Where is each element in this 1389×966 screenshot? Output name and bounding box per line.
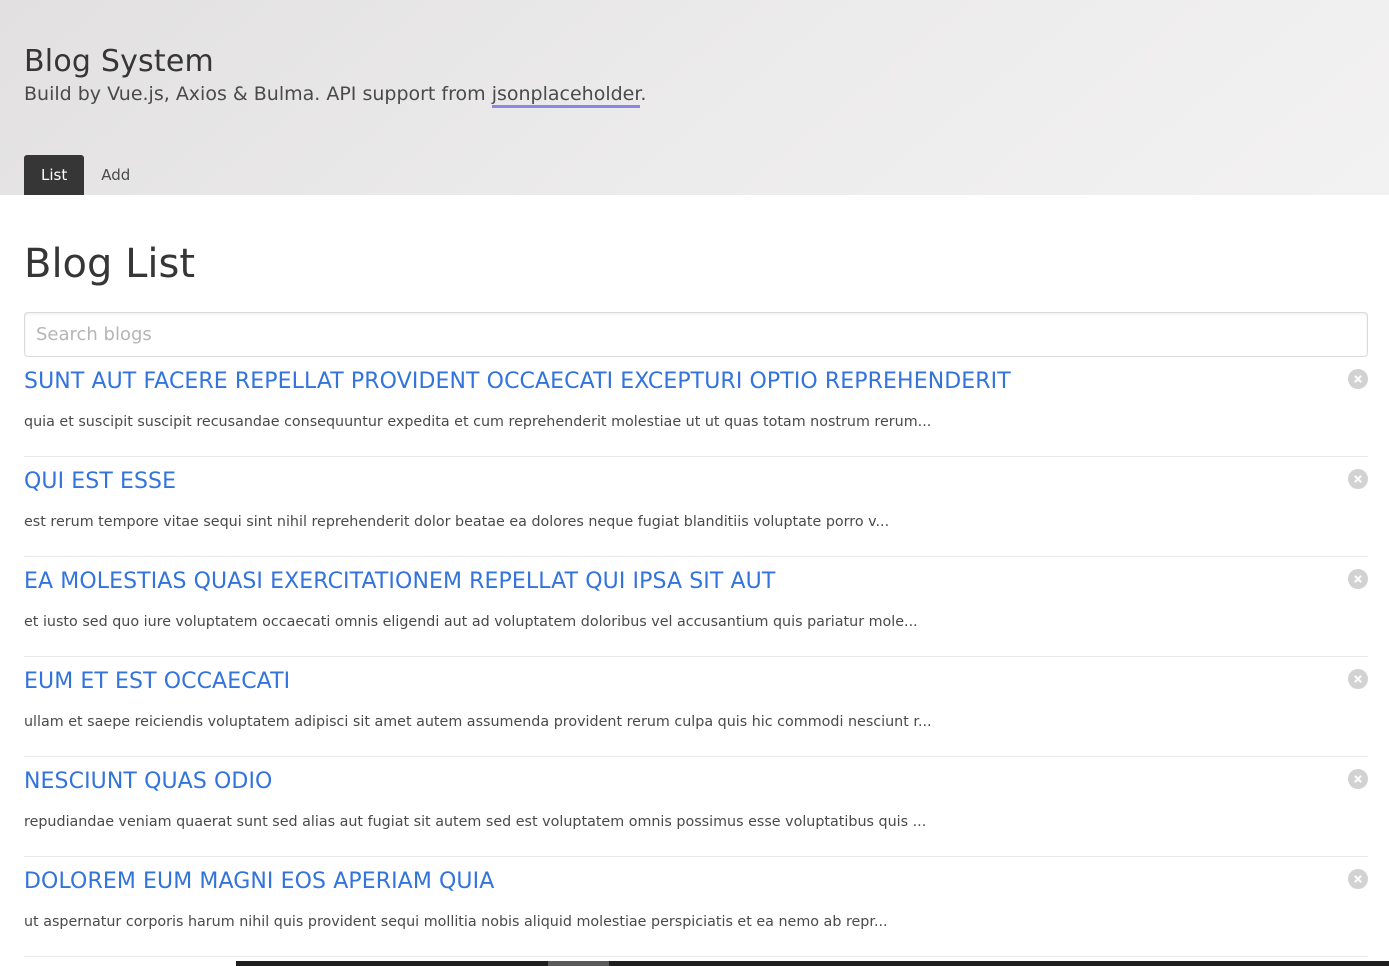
post-title-link[interactable]: SUNT AUT FACERE REPELLAT PROVIDENT OCCAE… xyxy=(24,369,1011,394)
list-item: EUM ET EST OCCAECATI ullam et saepe reic… xyxy=(24,657,1368,757)
list-item: DOLOREM EUM MAGNI EOS APERIAM QUIA ut as… xyxy=(24,857,1368,957)
post-title-link[interactable]: DOLOREM EUM MAGNI EOS APERIAM QUIA xyxy=(24,869,494,894)
post-title-link[interactable]: EA MOLESTIAS QUASI EXERCITATIONEM REPELL… xyxy=(24,569,775,594)
delete-icon[interactable] xyxy=(1348,869,1368,889)
list-item: EA MOLESTIAS QUASI EXERCITATIONEM REPELL… xyxy=(24,557,1368,657)
page-title: Blog List xyxy=(24,241,196,287)
post-excerpt: repudiandae veniam quaerat sunt sed alia… xyxy=(24,814,927,830)
search-input[interactable] xyxy=(24,312,1368,357)
tab-list[interactable]: List xyxy=(24,155,85,195)
delete-icon[interactable] xyxy=(1348,669,1368,689)
nav-tabs: List Add xyxy=(24,155,147,195)
horizontal-scrollbar[interactable] xyxy=(236,961,1389,966)
subtitle-prefix: Build by Vue.js, Axios & Bulma. API supp… xyxy=(24,83,492,105)
app-title: Blog System xyxy=(24,44,214,79)
post-excerpt: ut aspernatur corporis harum nihil quis … xyxy=(24,914,888,930)
delete-icon[interactable] xyxy=(1348,569,1368,589)
tab-add[interactable]: Add xyxy=(84,155,147,195)
post-title-link[interactable]: QUI EST ESSE xyxy=(24,469,176,494)
delete-icon[interactable] xyxy=(1348,769,1368,789)
list-item: SUNT AUT FACERE REPELLAT PROVIDENT OCCAE… xyxy=(24,357,1368,457)
post-excerpt: et iusto sed quo iure voluptatem occaeca… xyxy=(24,614,918,630)
subtitle-suffix: . xyxy=(640,83,647,105)
post-title-link[interactable]: NESCIUNT QUAS ODIO xyxy=(24,769,272,794)
list-item: QUI EST ESSE est rerum tempore vitae seq… xyxy=(24,457,1368,557)
post-title-link[interactable]: EUM ET EST OCCAECATI xyxy=(24,669,290,694)
post-excerpt: est rerum tempore vitae sequi sint nihil… xyxy=(24,514,890,530)
jsonplaceholder-link[interactable]: jsonplaceholder xyxy=(491,83,641,108)
list-item: NESCIUNT QUAS ODIO repudiandae veniam qu… xyxy=(24,757,1368,857)
app-subtitle: Build by Vue.js, Axios & Bulma. API supp… xyxy=(24,83,647,108)
delete-icon[interactable] xyxy=(1348,369,1368,389)
hero-header: Blog System Build by Vue.js, Axios & Bul… xyxy=(0,0,1389,195)
delete-icon[interactable] xyxy=(1348,469,1368,489)
post-excerpt: quia et suscipit suscipit recusandae con… xyxy=(24,414,932,430)
post-excerpt: ullam et saepe reiciendis voluptatem adi… xyxy=(24,714,932,730)
scrollbar-thumb[interactable] xyxy=(548,961,609,966)
